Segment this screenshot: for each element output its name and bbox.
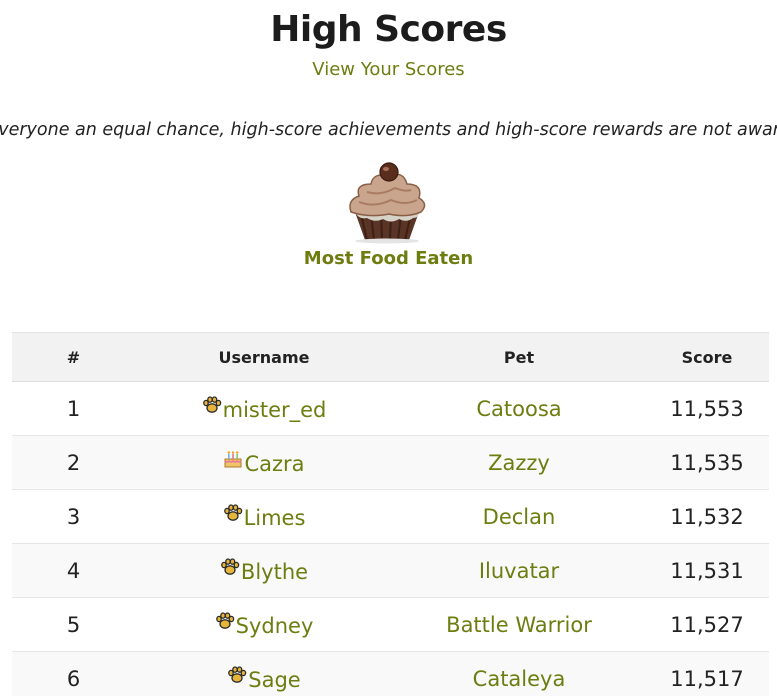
pet-cell: Battle Warrior — [393, 597, 645, 652]
rank-cell: 5 — [12, 597, 135, 652]
username-link[interactable]: Blythe — [241, 560, 308, 584]
paw-icon — [227, 665, 248, 692]
score-cell: 11,532 — [645, 489, 769, 544]
username-cell: Cazra — [135, 435, 393, 490]
column-header-username: Username — [135, 332, 393, 382]
username-cell: Blythe — [135, 543, 393, 598]
page-title: High Scores — [270, 9, 507, 50]
column-header-score: Score — [645, 332, 769, 382]
pet-cell: Declan — [393, 489, 645, 544]
paw-icon — [202, 395, 223, 422]
username-link[interactable]: mister_ed — [223, 398, 327, 422]
score-cell: 11,553 — [645, 381, 769, 436]
score-cell: 11,517 — [645, 651, 769, 696]
username-link[interactable]: Limes — [244, 506, 306, 530]
pet-link[interactable]: Zazzy — [488, 451, 550, 475]
table-row: 6 Sage Cataleya 11,517 — [12, 651, 769, 696]
paw-icon — [215, 611, 236, 638]
rank-cell: 1 — [12, 381, 135, 436]
high-scores-page: High Scores View Your Scores To give eve… — [0, 0, 777, 696]
score-cell: 11,535 — [645, 435, 769, 490]
paw-icon — [220, 557, 241, 584]
column-header-rank: # — [12, 332, 135, 382]
pet-link[interactable]: Declan — [483, 505, 556, 529]
pet-link[interactable]: Catoosa — [476, 397, 561, 421]
rank-cell: 3 — [12, 489, 135, 544]
high-score-notice: To give everyone an equal chance, high-s… — [0, 120, 777, 140]
username-cell: Limes — [135, 489, 393, 544]
table-header-row: # Username Pet Score — [12, 332, 769, 382]
view-your-scores-link[interactable]: View Your Scores — [0, 58, 777, 82]
pet-link[interactable]: Iluvatar — [479, 559, 559, 583]
score-cell: 11,531 — [645, 543, 769, 598]
username-cell: Sage — [135, 651, 393, 696]
username-cell: Sydney — [135, 597, 393, 652]
rank-cell: 6 — [12, 651, 135, 696]
username-cell: mister_ed — [135, 381, 393, 436]
rank-cell: 4 — [12, 543, 135, 598]
table-row: 1 mister_ed Catoosa 11,553 — [12, 381, 769, 436]
username-link[interactable]: Cazra — [244, 452, 304, 476]
table-row: 3 Limes Declan 11,532 — [12, 489, 769, 544]
pet-cell: Catoosa — [393, 381, 645, 436]
rank-cell: 2 — [12, 435, 135, 490]
column-header-pet: Pet — [393, 332, 645, 382]
pet-cell: Cataleya — [393, 651, 645, 696]
pet-cell: Iluvatar — [393, 543, 645, 598]
cupcake-icon — [349, 162, 426, 244]
pet-link[interactable]: Battle Warrior — [446, 613, 592, 637]
table-row: 2 Cazra Zazzy 11,535 — [12, 435, 769, 490]
table-row: 4 Blythe Iluvatar 11,531 — [12, 543, 769, 598]
paw-icon — [223, 503, 244, 530]
table-row: 5 Sydney Battle Warrior 11,527 — [12, 597, 769, 652]
username-link[interactable]: Sage — [248, 668, 300, 692]
pet-link[interactable]: Cataleya — [473, 667, 566, 691]
high-scores-table: # Username Pet Score 1 mister_ed Catoosa 11… — [12, 332, 769, 696]
score-cell: 11,527 — [645, 597, 769, 652]
pet-cell: Zazzy — [393, 435, 645, 490]
category-most-food-eaten[interactable]: Most Food Eaten — [0, 247, 777, 271]
birthday-cake-icon — [223, 450, 244, 476]
username-link[interactable]: Sydney — [236, 614, 314, 638]
